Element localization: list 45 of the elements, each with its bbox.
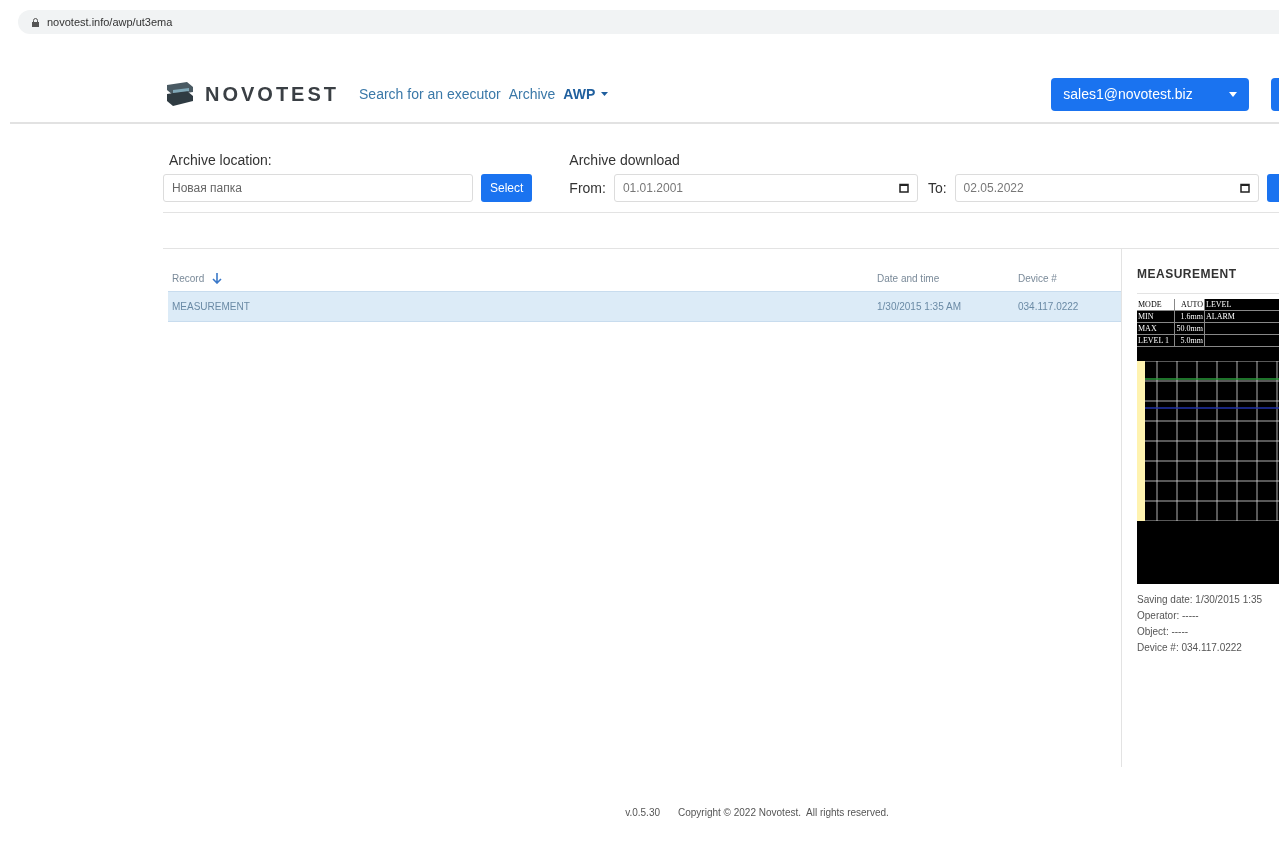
screen-reading: LEVEL [1205, 299, 1279, 310]
field-label: Archive location: [168, 151, 273, 170]
info-line: Operator: ----- [1137, 609, 1200, 623]
version-text: v.0.5.30 [625, 806, 660, 820]
caret-icon [601, 92, 609, 96]
column-header[interactable]: Device # [1018, 270, 1057, 286]
table-cell-text: 1/30/2015 1:35 AM [876, 300, 962, 314]
column-header[interactable]: Record [172, 270, 223, 286]
info-line: Object: ----- [1137, 625, 1190, 639]
nav-link[interactable]: Archive [508, 83, 556, 105]
screen-reading: AUTO [1175, 299, 1205, 310]
address-bar[interactable]: novotest.info/awp/ut3ema [18, 10, 1279, 34]
screen-reading: ALARM [1205, 311, 1279, 322]
section-label: Archive download [569, 151, 681, 170]
screen-reading: 5.0mm [1175, 335, 1205, 346]
screen-reading: MAX [1137, 323, 1175, 334]
nav-link[interactable]: Search for an executor [359, 83, 501, 105]
from-date-field[interactable]: 01.01.2001 [613, 174, 918, 202]
calendar-icon [1239, 183, 1250, 193]
column-header[interactable]: Date and time [877, 270, 940, 286]
table-cell-text: MEASUREMENT [171, 300, 251, 314]
copyright-text: Copyright © 2022 Novotest. All rights reserved. [678, 806, 889, 820]
table-cell-text: 034.117.0222 [1017, 300, 1080, 314]
lock-icon [32, 17, 39, 27]
nav-dropdown[interactable]: AWP [563, 83, 609, 105]
screen-reading: 50.0mm [1175, 323, 1205, 334]
user-menu-button[interactable]: sales1@novotest.biz [1051, 77, 1250, 111]
calendar-icon [898, 183, 909, 193]
info-line: Device #: 034.117.0222 [1137, 641, 1243, 655]
logo-icon [165, 82, 195, 106]
screen-reading: 1.6mm [1175, 311, 1205, 322]
caret-icon [1229, 91, 1238, 97]
screen-reading: MODE [1137, 299, 1175, 310]
to-date-field[interactable]: 02.05.2022 [954, 174, 1259, 202]
table-row[interactable]: MEASUREMENT 1/30/2015 1:35 AM 034.117.0222 [168, 291, 1121, 322]
location-input[interactable]: Новая папка [163, 174, 473, 202]
url-text: novotest.info/awp/ut3ema [47, 14, 173, 30]
panel-title: MEASUREMENT [1137, 265, 1279, 294]
screen-reading: LEVEL 1 [1137, 335, 1175, 346]
to-label: To: [927, 178, 947, 198]
screen-reading: MIN [1137, 311, 1175, 322]
from-label: From: [569, 178, 606, 198]
select-button[interactable]: Select [481, 174, 533, 202]
info-line: Saving date: 1/30/2015 1:35 [1137, 593, 1264, 607]
logo-text: NOVOTEST [205, 82, 339, 107]
